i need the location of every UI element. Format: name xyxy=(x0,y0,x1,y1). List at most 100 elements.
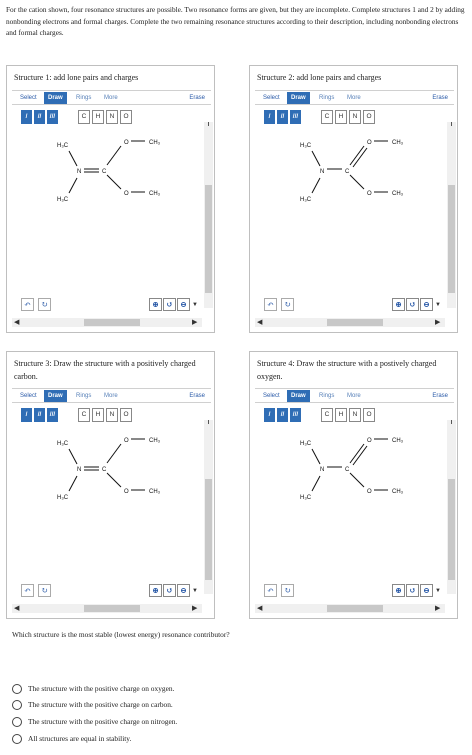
redo-icon[interactable]: ↻ xyxy=(38,298,51,311)
single-bond-button[interactable]: / xyxy=(21,408,33,422)
single-bond-button[interactable]: / xyxy=(21,110,33,124)
scroll-right-icon[interactable]: ▶ xyxy=(435,318,440,327)
vertical-scroll-thumb[interactable] xyxy=(448,185,455,293)
double-bond-button[interactable]: // xyxy=(34,408,46,422)
zoom-reset-icon[interactable]: ↺ xyxy=(406,298,419,311)
zoom-in-icon[interactable]: ⊕ xyxy=(392,584,405,597)
scroll-left-icon[interactable]: ◀ xyxy=(14,604,19,613)
double-bond-button[interactable]: // xyxy=(277,408,289,422)
zoom-in-icon[interactable]: ⊕ xyxy=(149,584,162,597)
resonance-structure-drawing[interactable]: H₃C H₃C N C O O CH₃ CH₃ xyxy=(47,436,177,506)
triple-bond-button[interactable]: /// xyxy=(47,408,59,422)
zoom-menu-chevron-icon[interactable]: ▼ xyxy=(435,587,441,596)
erase-button[interactable]: Erase xyxy=(185,390,209,402)
scroll-right-icon[interactable]: ▶ xyxy=(192,318,197,327)
zoom-reset-icon[interactable]: ↺ xyxy=(163,298,176,311)
zoom-reset-icon[interactable]: ↺ xyxy=(163,584,176,597)
horizontal-scroll-thumb[interactable] xyxy=(84,319,140,326)
tab-draw[interactable]: Draw xyxy=(287,92,310,104)
single-bond-button[interactable]: / xyxy=(264,110,276,124)
atom-h-button[interactable]: H xyxy=(335,408,347,422)
atom-h-button[interactable]: H xyxy=(92,408,104,422)
atom-h-button[interactable]: H xyxy=(335,110,347,124)
atom-c-button[interactable]: C xyxy=(78,110,90,124)
tab-rings[interactable]: Rings xyxy=(315,390,338,402)
tab-select[interactable]: Select xyxy=(16,390,41,402)
redo-icon[interactable]: ↻ xyxy=(38,584,51,597)
vertical-scrollbar[interactable] xyxy=(447,420,456,594)
tab-more[interactable]: More xyxy=(343,92,365,104)
tab-more[interactable]: More xyxy=(100,92,122,104)
vertical-scrollbar[interactable] xyxy=(204,122,213,308)
atom-o-button[interactable]: O xyxy=(363,408,375,422)
zoom-out-icon[interactable]: ⊖ xyxy=(177,298,190,311)
zoom-out-icon[interactable]: ⊖ xyxy=(420,298,433,311)
zoom-menu-chevron-icon[interactable]: ▼ xyxy=(192,587,198,596)
zoom-in-icon[interactable]: ⊕ xyxy=(392,298,405,311)
resonance-structure-drawing[interactable]: H₃C H₃C N C O O CH₃ CH₃ xyxy=(47,138,177,208)
horizontal-scroll-thumb[interactable] xyxy=(327,605,383,612)
tab-select[interactable]: Select xyxy=(16,92,41,104)
tab-more[interactable]: More xyxy=(100,390,122,402)
double-bond-button[interactable]: // xyxy=(34,110,46,124)
undo-icon[interactable]: ↶ xyxy=(21,298,34,311)
vertical-scrollbar[interactable] xyxy=(204,420,213,594)
atom-n-button[interactable]: N xyxy=(349,408,361,422)
atom-n-button[interactable]: N xyxy=(106,408,118,422)
redo-icon[interactable]: ↻ xyxy=(281,298,294,311)
triple-bond-button[interactable]: /// xyxy=(290,110,302,124)
tab-rings[interactable]: Rings xyxy=(72,92,95,104)
tab-draw[interactable]: Draw xyxy=(44,390,67,402)
radio-carbon[interactable] xyxy=(12,700,22,710)
tab-draw[interactable]: Draw xyxy=(44,92,67,104)
atom-c-button[interactable]: C xyxy=(78,408,90,422)
redo-icon[interactable]: ↻ xyxy=(281,584,294,597)
vertical-scrollbar[interactable] xyxy=(447,122,456,308)
radio-nitrogen[interactable] xyxy=(12,717,22,727)
tab-draw[interactable]: Draw xyxy=(287,390,310,402)
scroll-left-icon[interactable]: ◀ xyxy=(257,604,262,613)
zoom-in-icon[interactable]: ⊕ xyxy=(149,298,162,311)
atom-o-button[interactable]: O xyxy=(120,110,132,124)
vertical-scroll-thumb[interactable] xyxy=(205,479,212,580)
atom-c-button[interactable]: C xyxy=(321,110,333,124)
horizontal-scrollbar[interactable]: ◀ ▶ xyxy=(12,604,202,613)
double-bond-button[interactable]: // xyxy=(277,110,289,124)
zoom-menu-chevron-icon[interactable]: ▼ xyxy=(435,301,441,310)
scroll-left-icon[interactable]: ◀ xyxy=(257,318,262,327)
tab-rings[interactable]: Rings xyxy=(72,390,95,402)
tab-select[interactable]: Select xyxy=(259,92,284,104)
zoom-out-icon[interactable]: ⊖ xyxy=(420,584,433,597)
erase-button[interactable]: Erase xyxy=(428,92,452,104)
vertical-scroll-thumb[interactable] xyxy=(205,185,212,293)
triple-bond-button[interactable]: /// xyxy=(47,110,59,124)
horizontal-scrollbar[interactable]: ◀ ▶ xyxy=(12,318,202,327)
atom-h-button[interactable]: H xyxy=(92,110,104,124)
horizontal-scroll-thumb[interactable] xyxy=(327,319,383,326)
scroll-right-icon[interactable]: ▶ xyxy=(192,604,197,613)
tab-select[interactable]: Select xyxy=(259,390,284,402)
tab-more[interactable]: More xyxy=(343,390,365,402)
atom-c-button[interactable]: C xyxy=(321,408,333,422)
erase-button[interactable]: Erase xyxy=(185,92,209,104)
zoom-menu-chevron-icon[interactable]: ▼ xyxy=(192,301,198,310)
radio-oxygen[interactable] xyxy=(12,684,22,694)
zoom-out-icon[interactable]: ⊖ xyxy=(177,584,190,597)
horizontal-scrollbar[interactable]: ◀ ▶ xyxy=(255,318,445,327)
atom-o-button[interactable]: O xyxy=(363,110,375,124)
undo-icon[interactable]: ↶ xyxy=(264,298,277,311)
tab-rings[interactable]: Rings xyxy=(315,92,338,104)
vertical-scroll-thumb[interactable] xyxy=(448,479,455,580)
triple-bond-button[interactable]: /// xyxy=(290,408,302,422)
zoom-reset-icon[interactable]: ↺ xyxy=(406,584,419,597)
horizontal-scroll-thumb[interactable] xyxy=(84,605,140,612)
undo-icon[interactable]: ↶ xyxy=(264,584,277,597)
scroll-left-icon[interactable]: ◀ xyxy=(14,318,19,327)
scroll-right-icon[interactable]: ▶ xyxy=(435,604,440,613)
single-bond-button[interactable]: / xyxy=(264,408,276,422)
atom-o-button[interactable]: O xyxy=(120,408,132,422)
horizontal-scrollbar[interactable]: ◀ ▶ xyxy=(255,604,445,613)
undo-icon[interactable]: ↶ xyxy=(21,584,34,597)
atom-n-button[interactable]: N xyxy=(349,110,361,124)
atom-n-button[interactable]: N xyxy=(106,110,118,124)
